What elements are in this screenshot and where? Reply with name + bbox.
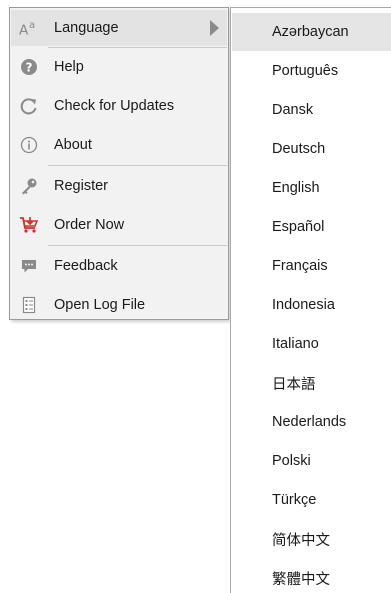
menu-item-label: Help — [54, 59, 84, 75]
menu-item-about[interactable]: About — [11, 127, 227, 163]
language-option-nederlands[interactable]: Nederlands — [232, 403, 391, 441]
speech-bubble-icon — [19, 256, 39, 276]
language-option-polski[interactable]: Polski — [232, 442, 391, 480]
svg-text:?: ? — [26, 61, 33, 75]
menu-item-label: Open Log File — [54, 297, 146, 313]
cart-icon — [19, 215, 39, 235]
menu-item-help[interactable]: ? Help — [11, 49, 227, 85]
menu-item-label: About — [54, 137, 92, 153]
language-submenu: Azərbaycan Português Dansk Deutsch Engli… — [230, 7, 391, 593]
menu-item-register[interactable]: Register — [11, 168, 227, 204]
menu-item-language[interactable]: A a Language — [11, 10, 227, 46]
refresh-icon — [19, 96, 39, 116]
key-icon — [19, 176, 39, 196]
language-option-italiano[interactable]: Italiano — [232, 325, 391, 363]
language-option-portugues[interactable]: Português — [232, 52, 391, 90]
language-option-turkce[interactable]: Türkçe — [232, 481, 391, 519]
menu-separator — [48, 245, 227, 246]
menu-separator — [48, 165, 227, 166]
language-option-deutsch[interactable]: Deutsch — [232, 130, 391, 168]
language-option-espanol[interactable]: Español — [232, 208, 391, 246]
menu-item-order-now[interactable]: Order Now — [11, 207, 227, 243]
menu-item-open-log-file[interactable]: Open Log File — [11, 287, 227, 323]
language-option-azerbaycan[interactable]: Azərbaycan — [232, 13, 391, 51]
info-circle-icon — [19, 135, 39, 155]
language-option-indonesia[interactable]: Indonesia — [232, 286, 391, 324]
screen: A a Language ? Help Check for Updates Ab… — [0, 0, 391, 593]
menu-item-label: Order Now — [54, 217, 125, 233]
question-circle-icon: ? — [19, 57, 39, 77]
language-option-english[interactable]: English — [232, 169, 391, 207]
language-option-japanese[interactable]: 日本語 — [232, 364, 391, 402]
submenu-arrow-icon — [210, 20, 219, 36]
menu-item-check-for-updates[interactable]: Check for Updates — [11, 88, 227, 124]
menu-item-label: Register — [54, 178, 108, 194]
svg-text:A: A — [19, 22, 29, 38]
language-option-dansk[interactable]: Dansk — [232, 91, 391, 129]
menu-item-feedback[interactable]: Feedback — [11, 248, 227, 284]
language-option-francais[interactable]: Français — [232, 247, 391, 285]
font-size-icon: A a — [19, 18, 39, 38]
context-menu: A a Language ? Help Check for Updates Ab… — [9, 7, 229, 320]
svg-text:a: a — [29, 20, 35, 31]
language-option-traditional-chinese[interactable]: 繁體中文 — [232, 559, 391, 593]
menu-item-label: Feedback — [54, 258, 118, 274]
menu-item-label: Check for Updates — [54, 98, 175, 114]
menu-item-label: Language — [54, 20, 119, 36]
language-option-simplified-chinese[interactable]: 简体中文 — [232, 520, 391, 558]
menu-separator — [48, 47, 227, 48]
log-file-icon — [19, 295, 39, 315]
